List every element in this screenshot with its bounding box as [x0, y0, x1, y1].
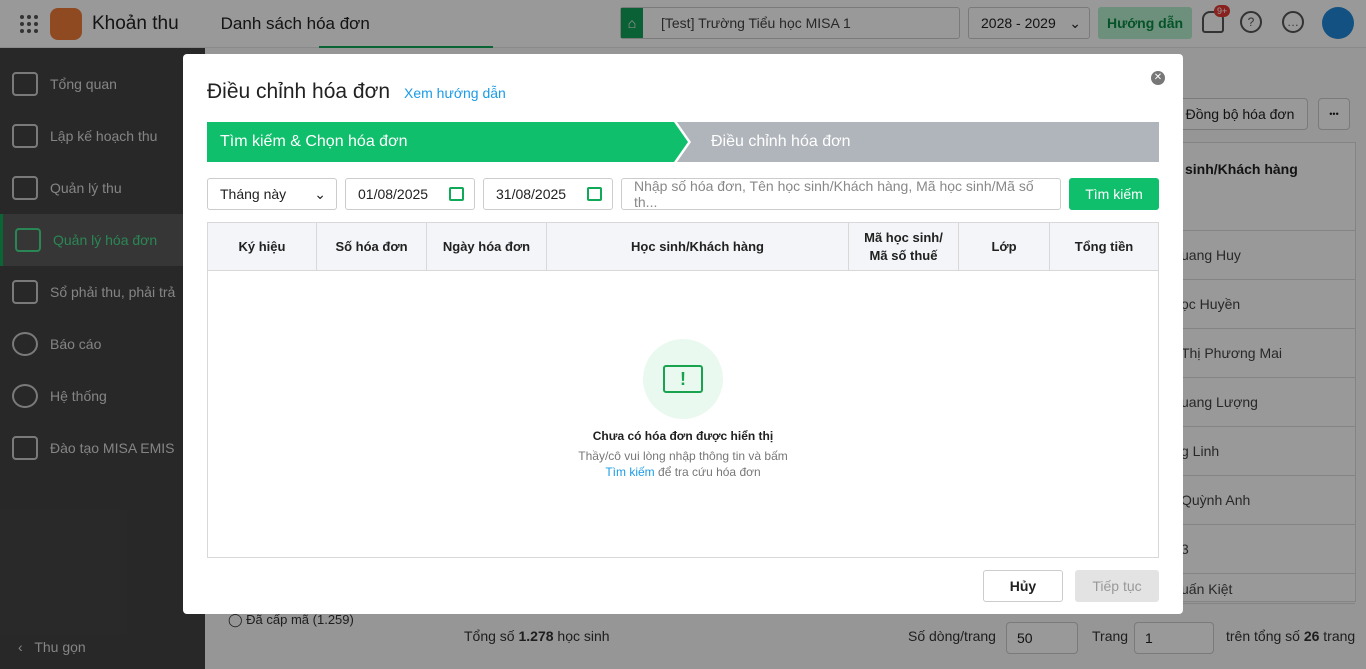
chevron-down-icon: ⌄ [314, 185, 326, 202]
from-date-input[interactable]: 01/08/2025 [345, 178, 475, 210]
column-header[interactable]: Lớp [959, 223, 1050, 270]
column-header[interactable]: Mã học sinh/ Mã số thuế [849, 223, 959, 270]
search-placeholder: Nhập số hóa đơn, Tên học sinh/Khách hàng… [634, 178, 1034, 210]
column-header[interactable]: Học sinh/Khách hàng [547, 223, 849, 270]
period-value: Tháng này [220, 186, 287, 202]
empty-line: Thầy/cô vui lòng nhập thông tin và bấm [578, 449, 788, 463]
continue-button[interactable]: Tiếp tục [1075, 570, 1159, 602]
search-button[interactable]: Tìm kiếm [1069, 178, 1159, 210]
column-header[interactable]: Ngày hóa đơn [427, 223, 547, 270]
empty-description: Thầy/cô vui lòng nhập thông tin và bấm Tì… [208, 448, 1158, 480]
cancel-button[interactable]: Hủy [983, 570, 1063, 602]
dialog-title: Điều chỉnh hóa đơn [207, 80, 391, 103]
calendar-icon[interactable] [449, 187, 464, 201]
adjust-invoice-dialog: Điều chỉnh hóa đơn Xem hướng dẫn ✕ Tìm k… [183, 54, 1183, 614]
alert-message-icon: ! [663, 365, 703, 393]
empty-state: ! Chưa có hóa đơn được hiển thị Thầy/cô … [208, 339, 1158, 480]
to-date-value: 31/08/2025 [496, 186, 567, 202]
search-link[interactable]: Tìm kiếm [605, 465, 654, 479]
to-date-input[interactable]: 31/08/2025 [483, 178, 613, 210]
calendar-icon[interactable] [587, 187, 602, 201]
empty-illustration: ! [643, 339, 723, 419]
search-input[interactable]: Nhập số hóa đơn, Tên học sinh/Khách hàng… [621, 178, 1061, 210]
help-link[interactable]: Xem hướng dẫn [404, 85, 506, 101]
table-header: Ký hiệu Số hóa đơn Ngày hóa đơn Học sinh… [208, 223, 1158, 271]
invoice-table: Ký hiệu Số hóa đơn Ngày hóa đơn Học sinh… [207, 222, 1159, 558]
step-adjust: Điều chỉnh hóa đơn [677, 122, 1159, 162]
column-header[interactable]: Số hóa đơn [317, 223, 427, 270]
close-icon[interactable]: ✕ [1151, 71, 1165, 85]
column-header[interactable]: Ký hiệu [208, 223, 317, 270]
step-search-select: Tìm kiếm & Chọn hóa đơn [207, 122, 688, 162]
period-select[interactable]: Tháng này ⌄ [207, 178, 337, 210]
from-date-value: 01/08/2025 [358, 186, 429, 202]
empty-line: để tra cứu hóa đơn [654, 465, 761, 479]
column-header[interactable]: Tổng tiền [1050, 223, 1158, 270]
empty-title: Chưa có hóa đơn được hiển thị [592, 429, 774, 443]
